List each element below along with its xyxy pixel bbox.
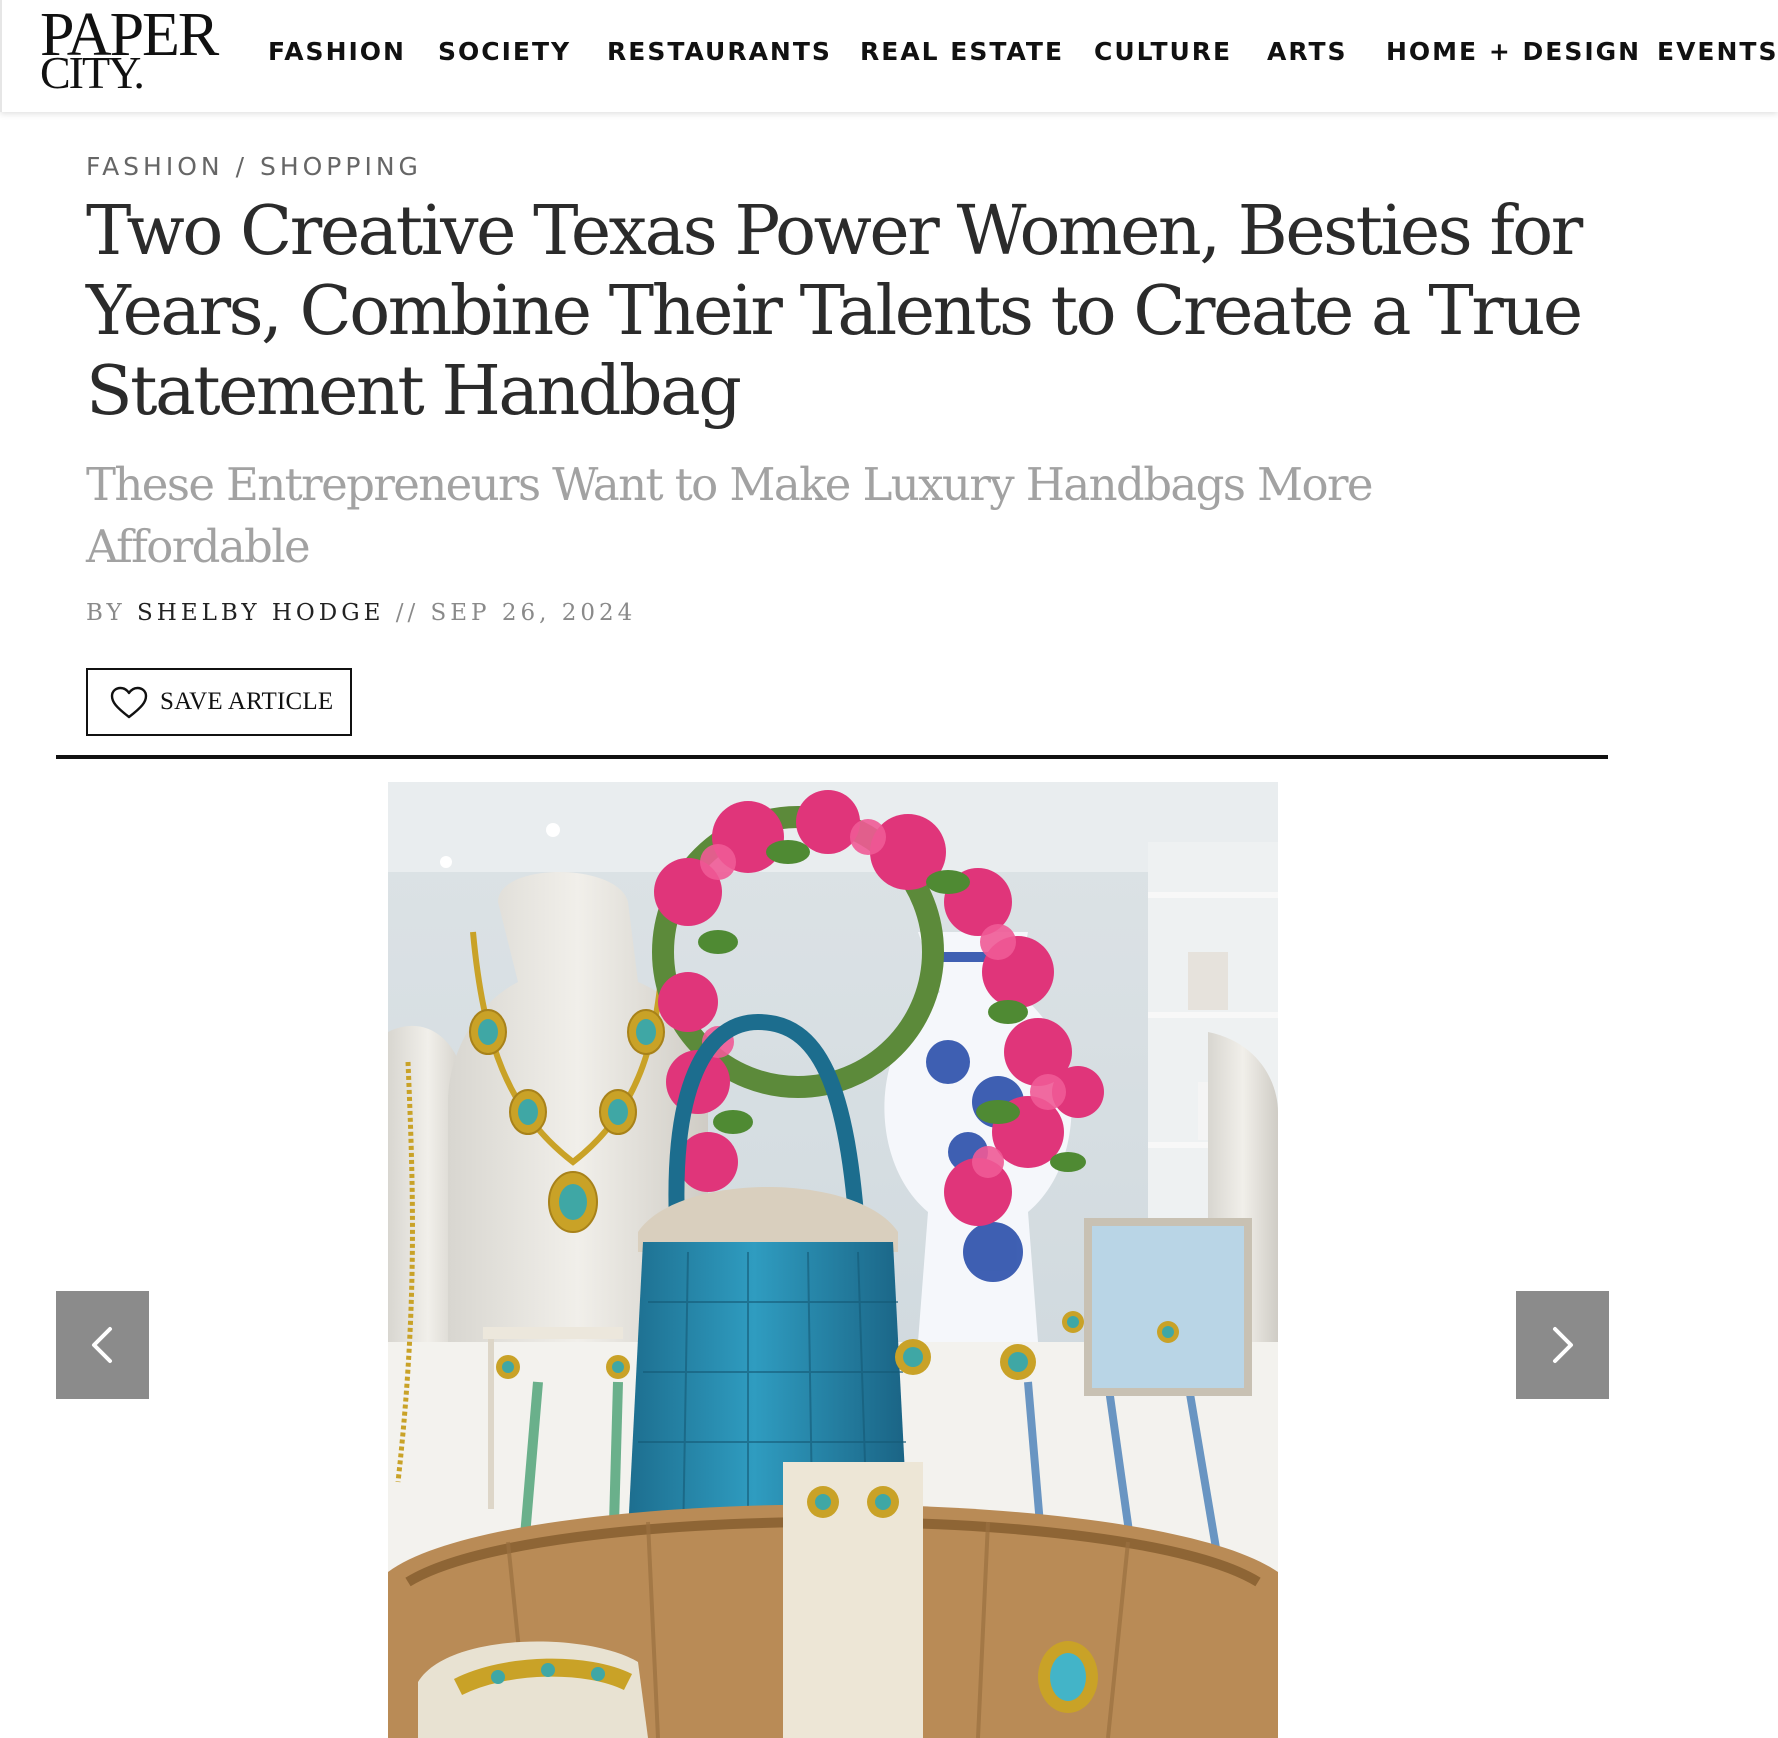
nav-item-society[interactable]: SOCIETY [438, 36, 571, 68]
breadcrumb-section[interactable]: FASHION [86, 152, 224, 181]
site-header: PAPER CITY. FASHION SOCIETY RESTAURANTS … [0, 0, 1778, 112]
slideshow-prev-button[interactable] [56, 1291, 149, 1399]
chevron-right-icon [1553, 1327, 1573, 1363]
nav-item-restaurants[interactable]: RESTAURANTS [607, 36, 832, 68]
nav-item-fashion[interactable]: FASHION [268, 36, 406, 68]
save-article-button[interactable]: SAVE ARTICLE [86, 668, 352, 736]
byline: BY SHELBY HODGE // SEP 26, 2024 [86, 600, 636, 626]
heart-icon [110, 686, 148, 720]
breadcrumb: FASHION / SHOPPING [86, 152, 422, 181]
nav-item-home-design[interactable]: HOME + DESIGN [1386, 36, 1641, 68]
article-subtitle: These Entrepreneurs Want to Make Luxury … [86, 458, 1374, 573]
article-title: Two Creative Texas Power Women, Besties … [86, 192, 1583, 431]
publish-date: SEP 26, 2024 [430, 600, 637, 626]
byline-by: BY [86, 600, 126, 626]
breadcrumb-subsection[interactable]: SHOPPING [260, 152, 422, 181]
site-logo[interactable]: PAPER CITY. [40, 4, 230, 96]
chevron-left-icon [92, 1327, 112, 1363]
breadcrumb-separator: / [235, 152, 248, 181]
nav-item-events[interactable]: EVENTS [1657, 36, 1778, 68]
logo-line-2: CITY. [40, 47, 145, 98]
nav-item-culture[interactable]: CULTURE [1094, 36, 1232, 68]
nav-item-real-estate[interactable]: REAL ESTATE [860, 36, 1064, 68]
save-article-label: SAVE ARTICLE [160, 688, 334, 715]
slideshow-image [388, 782, 1278, 1738]
byline-separator: // [395, 600, 420, 626]
author-link[interactable]: SHELBY HODGE [137, 600, 384, 626]
slideshow-next-button[interactable] [1516, 1291, 1609, 1399]
header-divider [56, 755, 1608, 759]
nav-item-arts[interactable]: ARTS [1267, 36, 1348, 68]
